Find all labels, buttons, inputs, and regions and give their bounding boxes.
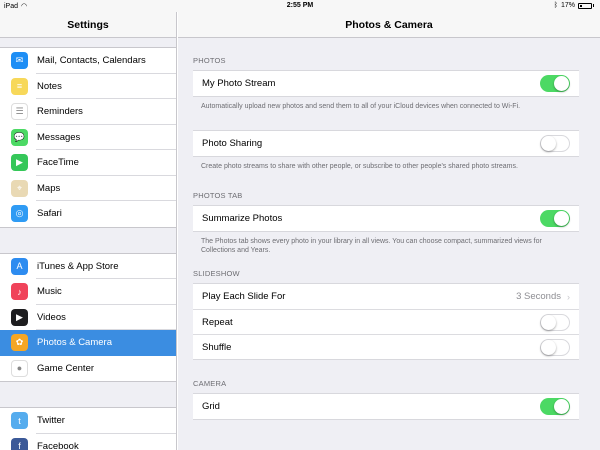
detail-title: Photos & Camera <box>178 12 600 38</box>
sidebar-item-facebook[interactable]: f Facebook <box>0 434 176 450</box>
sidebar-item-messages[interactable]: 💬 Messages <box>0 125 176 151</box>
notes-icon: ≡ <box>11 77 28 95</box>
sidebar-item-label: Messages <box>37 131 81 143</box>
sidebar-item-label: Safari <box>37 208 62 220</box>
sidebar-item-mail[interactable]: ✉ Mail, Contacts, Calendars <box>0 48 176 74</box>
grid-label: Grid <box>202 401 220 412</box>
sidebar-item-game-center[interactable]: ● Game Center <box>0 356 176 382</box>
sidebar-item-label: Twitter <box>37 415 65 427</box>
battery-percent: 17% <box>560 2 575 9</box>
game-center-icon: ● <box>11 359 28 377</box>
sidebar-item-label: Photos & Camera <box>37 337 112 349</box>
my-photo-stream-footer: Automatically upload new photos and send… <box>201 103 521 110</box>
status-bar: iPad ◠ 2:55 PM ᛒ 17% <box>0 0 600 12</box>
photo-sharing-toggle[interactable] <box>540 135 570 152</box>
my-photo-stream-row[interactable]: My Photo Stream <box>193 71 579 96</box>
shuffle-label: Shuffle <box>202 341 232 353</box>
photo-sharing-label: Photo Sharing <box>202 138 263 149</box>
sidebar-item-videos[interactable]: ▶ Videos <box>0 305 176 331</box>
sidebar-title: Settings <box>0 12 176 38</box>
sidebar-item-label: Facebook <box>37 440 79 450</box>
sidebar-item-facetime[interactable]: ▶ FaceTime <box>0 150 176 176</box>
sidebar-item-reminders[interactable]: ☰ Reminders <box>0 99 176 125</box>
shuffle-toggle[interactable] <box>540 338 570 356</box>
mail-icon: ✉ <box>11 52 28 70</box>
sidebar-item-label: Notes <box>37 80 62 92</box>
slideshow-section-header: SLIDESHOW <box>193 269 240 278</box>
photo-sharing-row[interactable]: Photo Sharing <box>193 131 579 156</box>
repeat-label: Repeat <box>202 316 233 328</box>
app-store-icon: A <box>11 257 28 275</box>
sidebar-item-label: FaceTime <box>37 157 79 169</box>
sidebar-item-label: Mail, Contacts, Calendars <box>37 55 146 67</box>
photos-tab-section-header: PHOTOS TAB <box>193 191 243 200</box>
sidebar-item-maps[interactable]: ⌖ Maps <box>0 176 176 202</box>
photos-section-header: PHOTOS <box>193 56 226 65</box>
photos-camera-detail: Photos & Camera PHOTOS My Photo Stream A… <box>178 12 600 450</box>
sidebar-item-twitter[interactable]: t Twitter <box>0 408 176 434</box>
photos-tab-footer: The Photos tab shows every photo in your… <box>201 238 542 254</box>
sidebar-item-label: Videos <box>37 311 66 323</box>
sidebar-item-label: Music <box>37 286 62 298</box>
slideshow-group: Play Each Slide For 3 Seconds › Repeat S… <box>193 283 579 360</box>
messages-icon: 💬 <box>11 128 28 146</box>
summarize-photos-row[interactable]: Summarize Photos <box>193 206 579 231</box>
bluetooth-icon: ᛒ <box>553 2 558 9</box>
chevron-right-icon: › <box>567 291 570 302</box>
twitter-icon: t <box>11 412 28 430</box>
sidebar-group: t Twitter f Facebook <box>0 407 176 450</box>
sidebar-item-label: iTunes & App Store <box>37 260 119 272</box>
sidebar-item-label: Reminders <box>37 106 83 118</box>
sidebar-item-safari[interactable]: ◎ Safari <box>0 201 176 227</box>
status-right: ᛒ 17% <box>554 2 594 9</box>
sidebar-item-music[interactable]: ♪ Music <box>0 279 176 305</box>
music-icon: ♪ <box>11 283 28 301</box>
battery-icon <box>578 2 592 9</box>
camera-section-header: CAMERA <box>193 379 227 388</box>
status-time: 2:55 PM <box>286 2 314 9</box>
videos-icon: ▶ <box>11 308 28 326</box>
photos-icon: ✿ <box>11 334 28 352</box>
my-photo-stream-toggle[interactable] <box>540 75 570 92</box>
sidebar-list: ✉ Mail, Contacts, Calendars ≡ Notes ☰ Reminde… <box>0 47 176 450</box>
sidebar-group: ✉ Mail, Contacts, Calendars ≡ Notes ☰ Reminde… <box>0 47 176 228</box>
facetime-icon: ▶ <box>11 154 28 172</box>
sidebar-item-label: Game Center <box>37 362 95 374</box>
reminders-icon: ☰ <box>11 103 28 121</box>
sidebar-item-notes[interactable]: ≡ Notes <box>0 74 176 100</box>
sidebar-group: AiTunes & App Store ♪ Music ▶ Videos ✿ Photos … <box>0 252 176 382</box>
play-each-slide-label: Play Each Slide For <box>202 291 286 302</box>
photo-stream-group: My Photo Stream <box>193 70 579 97</box>
photo-sharing-group: Photo Sharing <box>193 130 579 157</box>
my-photo-stream-label: My Photo Stream <box>202 78 276 89</box>
photo-sharing-footer: Create photo streams to share with other… <box>201 163 518 170</box>
shuffle-row[interactable]: Shuffle <box>193 334 579 359</box>
settings-sidebar: Settings ✉ Mail, Contacts, Calendars ≡ Note… <box>0 12 177 450</box>
play-each-slide-value: 3 Seconds <box>516 291 561 302</box>
sidebar-item-label: Maps <box>37 182 61 194</box>
summarize-photos-toggle[interactable] <box>540 210 570 227</box>
grid-toggle[interactable] <box>540 398 570 415</box>
repeat-toggle[interactable] <box>540 313 570 331</box>
summarize-photos-label: Summarize Photos <box>202 213 283 224</box>
safari-icon: ◎ <box>11 205 28 223</box>
grid-row[interactable]: Grid <box>193 394 579 419</box>
repeat-row[interactable]: Repeat <box>193 309 579 334</box>
photos-tab-group: Summarize Photos <box>193 205 579 232</box>
play-each-slide-row[interactable]: Play Each Slide For 3 Seconds › <box>193 284 579 309</box>
maps-icon: ⌖ <box>11 179 28 197</box>
sidebar-item-photos[interactable]: ✿ Photos & Camera <box>0 330 176 356</box>
camera-group: Grid <box>193 393 579 420</box>
facebook-icon: f <box>11 437 28 450</box>
sidebar-item-app-store[interactable]: AiTunes & App Store <box>0 254 176 280</box>
